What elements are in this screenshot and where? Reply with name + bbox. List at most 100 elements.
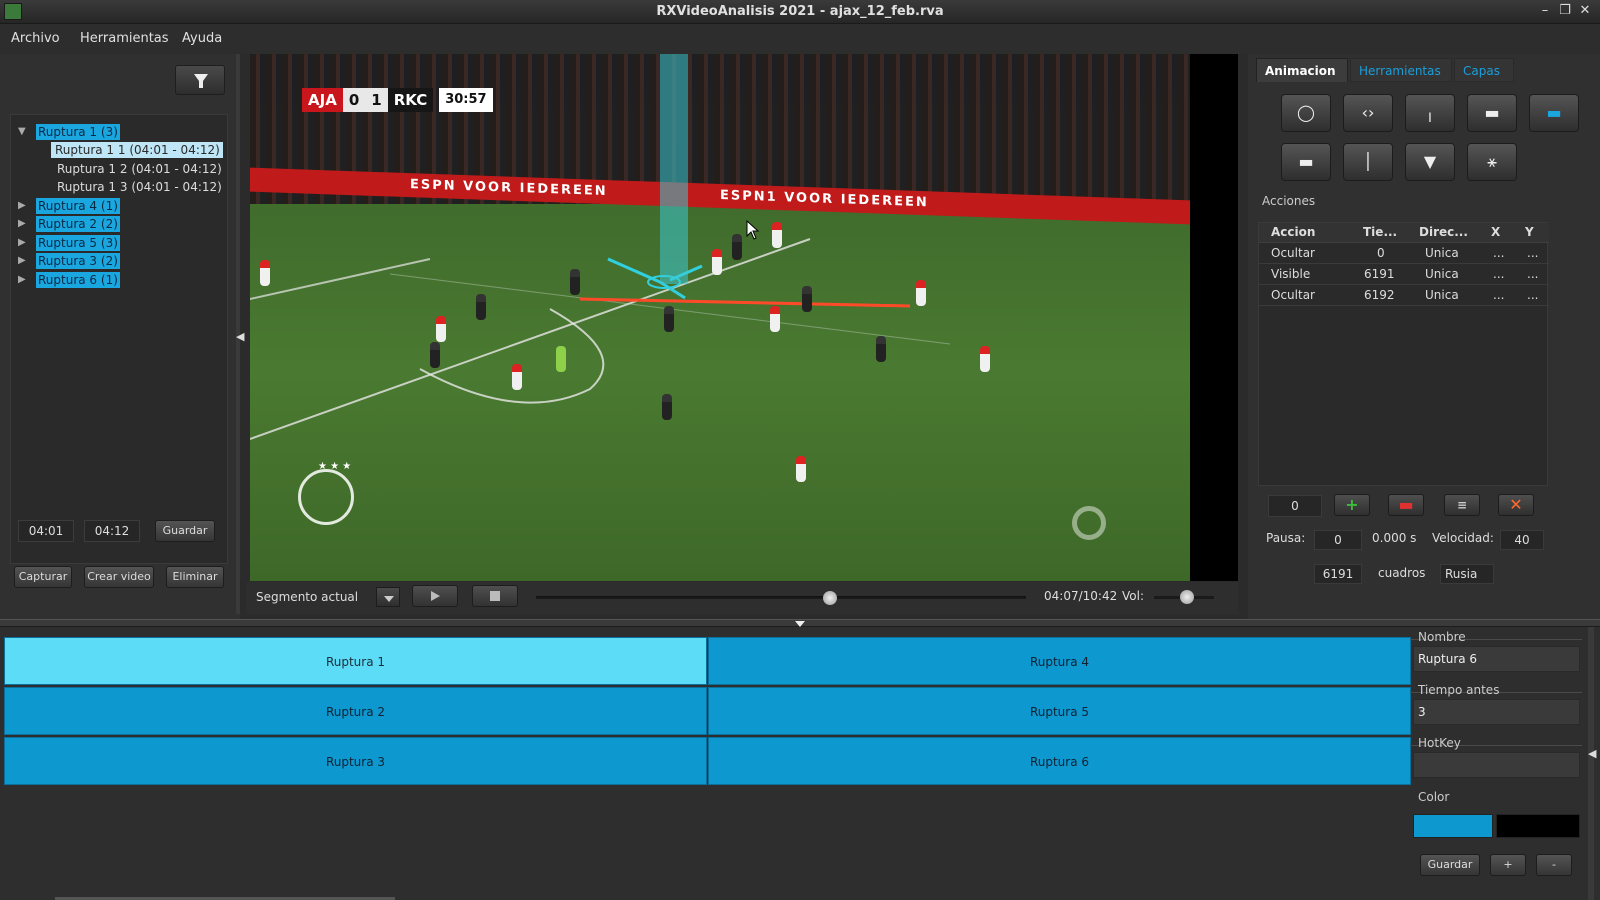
line-blue-tool-button[interactable]: ▬ [1529, 94, 1579, 132]
line-dark-tool-button[interactable]: ▬ [1467, 94, 1517, 132]
segment-cell-ruptura-2[interactable]: Ruptura 2 [4, 687, 707, 735]
remove-action-button[interactable]: ▬ [1388, 494, 1424, 516]
highlight-pillar [660, 54, 688, 284]
chevron-down-icon [384, 596, 394, 602]
stop-button[interactable] [472, 585, 518, 607]
add-segment-button[interactable]: + [1490, 854, 1526, 876]
secondary-color-swatch[interactable] [1496, 814, 1580, 838]
collapse-arrow-icon[interactable]: ▶ [18, 235, 26, 251]
language-select[interactable]: Rusia [1440, 564, 1494, 584]
tree-node-ruptura-6[interactable]: Ruptura 6 (1) [36, 272, 120, 288]
tree-node-ruptura-2[interactable]: Ruptura 2 (2) [36, 216, 120, 232]
edit-action-button[interactable]: ≡ [1444, 494, 1480, 516]
volume-label: Vol: [1122, 589, 1144, 603]
filter-button[interactable] [175, 65, 225, 95]
hotkey-input[interactable] [1413, 752, 1580, 778]
eliminar-button[interactable]: Eliminar [166, 566, 224, 588]
bottom-scrollbar[interactable] [1588, 627, 1594, 900]
nombre-input[interactable]: Ruptura 6 [1413, 646, 1580, 672]
tree-node-ruptura-3[interactable]: Ruptura 3 (2) [36, 253, 120, 269]
horizontal-splitter[interactable] [0, 619, 1600, 627]
tab-animacion[interactable]: Animacion [1256, 58, 1348, 82]
window-title: RXVideoAnalisis 2021 - ajax_12_feb.rva [656, 4, 944, 19]
segment-cell-ruptura-4[interactable]: Ruptura 4 [708, 637, 1411, 685]
ajax-logo [298, 469, 354, 525]
volume-knob[interactable] [1180, 590, 1194, 604]
expand-arrow-icon[interactable]: ▼ [18, 124, 26, 140]
col-tiempo[interactable]: Tie... [1363, 225, 1397, 239]
add-action-button[interactable]: + [1334, 494, 1370, 516]
action-counter[interactable]: 0 [1268, 495, 1322, 517]
restore-icon[interactable]: ❐ [1556, 2, 1574, 20]
segment-cell-ruptura-1[interactable]: Ruptura 1 [4, 637, 707, 685]
guardar-button[interactable]: Guardar [155, 520, 215, 542]
triangle-tool-button[interactable]: ▼ [1405, 143, 1455, 181]
tree-child-ruptura-1-3[interactable]: Ruptura 1 3 (04:01 - 04:12) [55, 179, 224, 195]
volume-slider[interactable] [1154, 590, 1214, 604]
tree-child-ruptura-1-1[interactable]: Ruptura 1 1 (04:01 - 04:12) [51, 142, 223, 158]
rect-tool-button[interactable]: ▬ [1281, 143, 1331, 181]
pausa-field[interactable]: 0 [1314, 530, 1362, 550]
team-b: RKC [387, 88, 434, 112]
segment-dropdown[interactable] [376, 587, 400, 607]
collapse-arrow-icon[interactable]: ▶ [18, 216, 26, 232]
remove-segment-button[interactable]: - [1536, 854, 1572, 876]
segment-cell-ruptura-3[interactable]: Ruptura 3 [4, 737, 707, 785]
player [796, 456, 806, 482]
circle-arrows-icon: ‹› [1361, 103, 1375, 122]
acciones-table: Accion Tie... Direc... X Y Ocultar 0 Uni… [1258, 222, 1549, 486]
menu-archivo[interactable]: Archivo [11, 31, 60, 46]
tiempo-antes-input[interactable]: 3 [1413, 699, 1580, 725]
velocidad-field[interactable]: 40 [1500, 530, 1544, 550]
seek-knob[interactable] [823, 591, 837, 605]
player [662, 394, 672, 420]
player [512, 364, 522, 390]
seek-slider[interactable] [536, 591, 1026, 605]
stop-icon [490, 591, 500, 601]
tree-node-ruptura-4[interactable]: Ruptura 4 (1) [36, 198, 120, 214]
segment-cell-ruptura-5[interactable]: Ruptura 5 [708, 687, 1411, 735]
collapse-left-icon[interactable]: ◀ [236, 330, 244, 343]
tab-capas[interactable]: Capas [1454, 58, 1514, 82]
minimize-icon[interactable]: – [1536, 2, 1554, 20]
tree-child-ruptura-1-2[interactable]: Ruptura 1 2 (04:01 - 04:12) [55, 161, 224, 177]
collapse-props-icon[interactable]: ◀ [1588, 747, 1596, 760]
menu-herramientas[interactable]: Herramientas [80, 31, 169, 46]
segment-select[interactable]: Segmento actual [256, 586, 366, 608]
col-direccion[interactable]: Direc... [1419, 225, 1468, 239]
play-button[interactable] [412, 585, 458, 607]
table-row[interactable]: Ocultar 0 Unica ... ... [1259, 244, 1549, 264]
player [664, 306, 674, 332]
tree-node-ruptura-5[interactable]: Ruptura 5 (3) [36, 235, 120, 251]
referee [556, 346, 566, 372]
player-tool-button[interactable]: ⚹ [1467, 143, 1517, 181]
player [712, 249, 722, 275]
segment-cell-ruptura-6[interactable]: Ruptura 6 [708, 737, 1411, 785]
menu-ayuda[interactable]: Ayuda [182, 31, 222, 46]
frames-field[interactable]: 6191 [1314, 564, 1362, 584]
line-tool-button[interactable]: ╷ [1405, 94, 1455, 132]
table-row[interactable]: Ocultar 6192 Unica ... ... [1259, 286, 1549, 306]
capturar-button[interactable]: Capturar [14, 566, 72, 588]
play-icon [431, 591, 440, 601]
tab-herramientas[interactable]: Herramientas [1350, 58, 1452, 82]
circle-arrows-tool-button[interactable]: ‹› [1343, 94, 1393, 132]
tree-node-ruptura-1[interactable]: Ruptura 1 (3) [36, 124, 120, 140]
start-time-field[interactable]: 04:01 [18, 520, 74, 542]
clear-actions-button[interactable]: ✕ [1498, 494, 1534, 516]
video-player[interactable]: ESPN VOOR IEDEREEN ESPN1 VOOR IEDEREEN ★… [250, 54, 1238, 581]
collapse-arrow-icon[interactable]: ▶ [18, 272, 26, 288]
col-y[interactable]: Y [1525, 225, 1534, 239]
col-accion[interactable]: Accion [1271, 225, 1315, 239]
collapse-arrow-icon[interactable]: ▶ [18, 198, 26, 214]
table-row[interactable]: Visible 6191 Unica ... ... [1259, 265, 1549, 285]
vertical-line-tool-button[interactable]: │ [1343, 143, 1393, 181]
primary-color-swatch[interactable] [1413, 814, 1493, 838]
close-icon[interactable]: ✕ [1576, 2, 1594, 20]
collapse-arrow-icon[interactable]: ▶ [18, 253, 26, 269]
col-x[interactable]: X [1491, 225, 1500, 239]
guardar-segment-button[interactable]: Guardar [1420, 854, 1480, 876]
crear-video-button[interactable]: Crear video [84, 566, 154, 588]
spotlight-tool-button[interactable]: ◯ [1281, 94, 1331, 132]
end-time-field[interactable]: 04:12 [84, 520, 140, 542]
